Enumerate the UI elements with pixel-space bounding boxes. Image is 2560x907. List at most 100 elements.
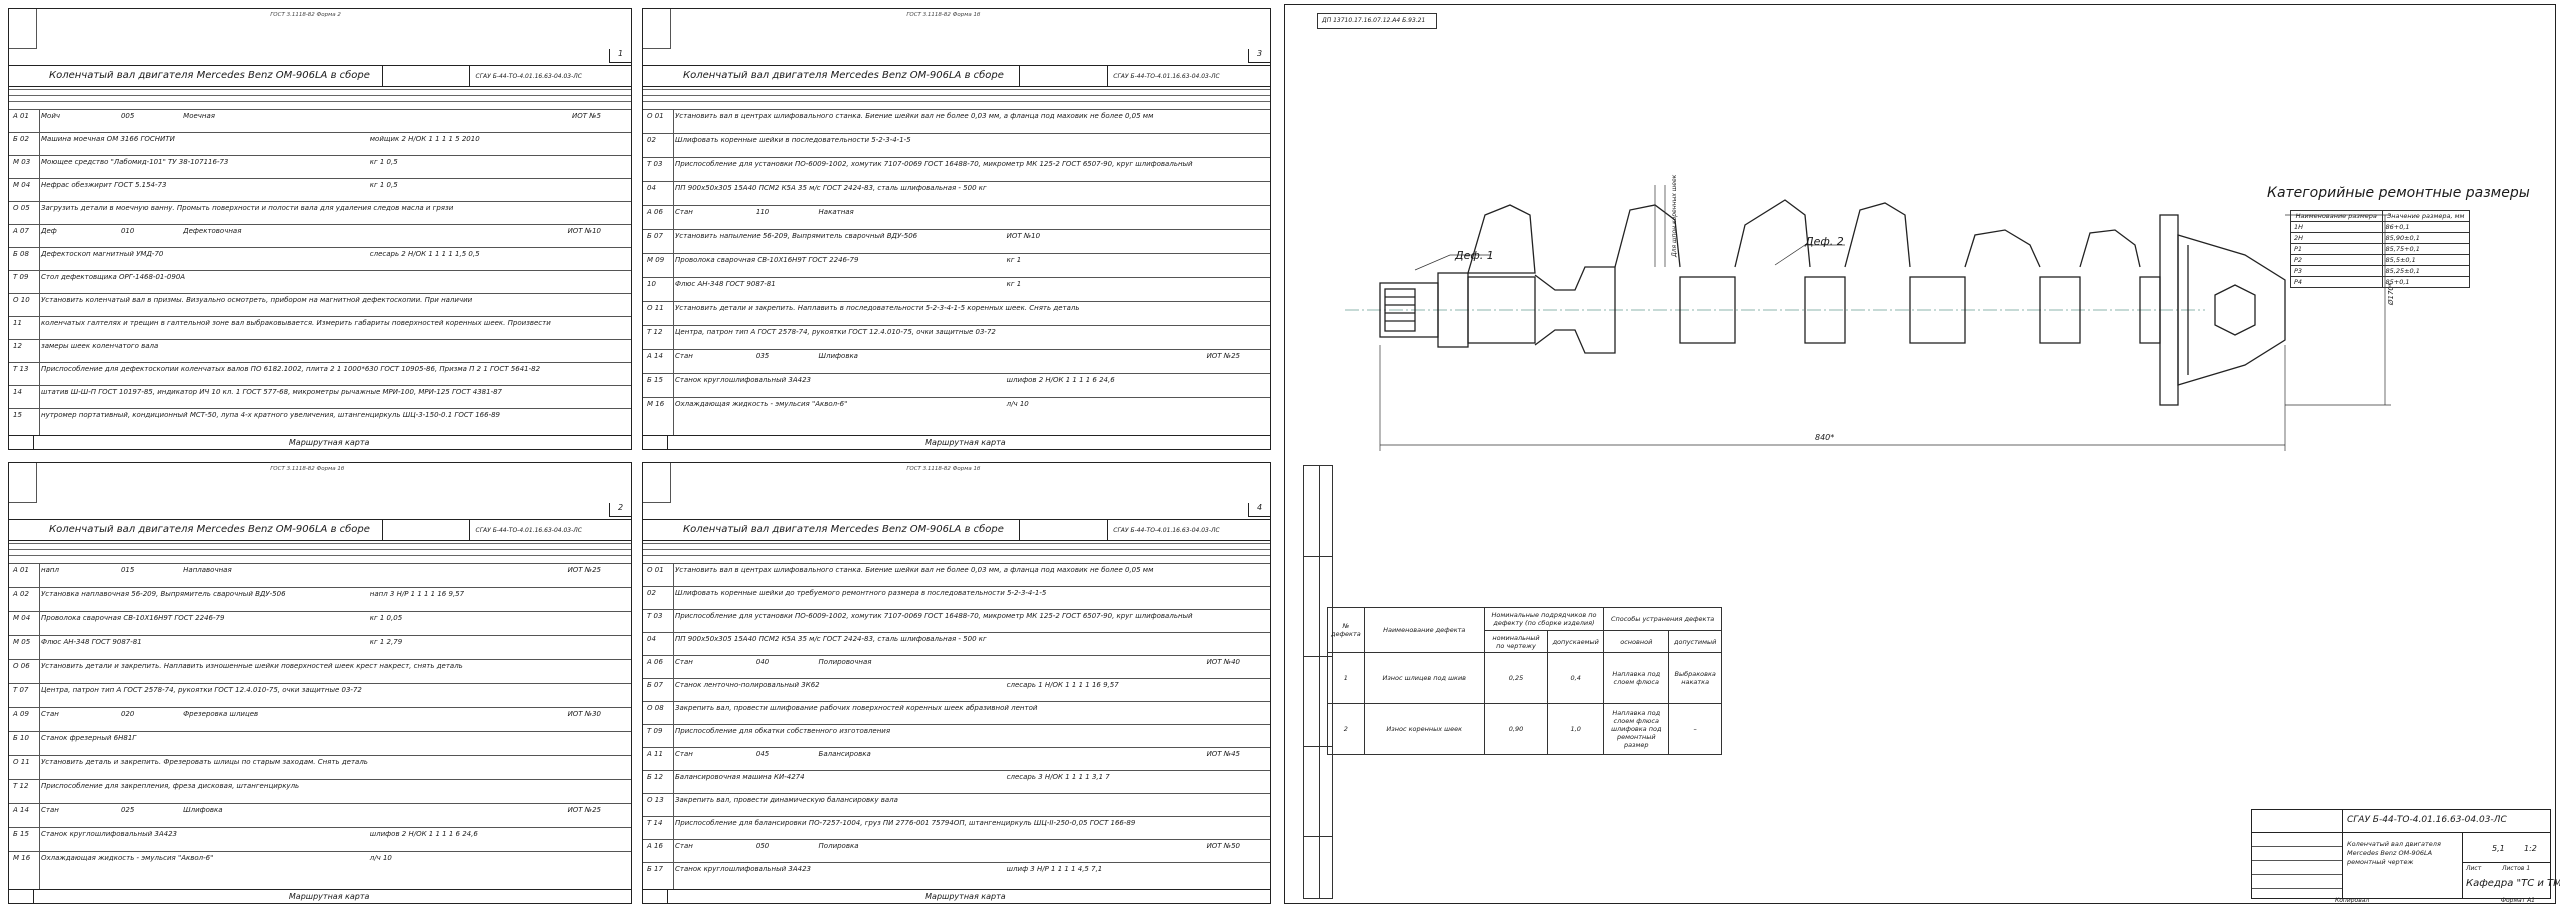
size-table-cell: Р1: [2290, 243, 2383, 255]
row-code: О 08: [647, 704, 664, 712]
row-code: М 16: [647, 400, 665, 408]
size-table-cell: Р4: [2290, 276, 2383, 288]
dimension-lines: [1379, 185, 2391, 451]
defect-table-cell: 1,0: [1547, 702, 1605, 756]
row-params: мойщик 2 Н/ОК 1 1 1 1 5 2010: [369, 135, 480, 143]
card-row: А 09 Стан 020 Фрезеровка шлицев ИОТ №30: [9, 707, 631, 731]
row-code: А 14: [647, 352, 663, 360]
card-row: 04 ПП 900х50х305 15А40 ПСМ2 К5А 35 м/с ГО…: [643, 181, 1270, 205]
row-code: М 16: [13, 854, 31, 862]
op-number: 035: [755, 352, 770, 360]
footer-divider: [667, 436, 668, 449]
size-table-cell: 85,75+0,1: [2381, 243, 2470, 255]
card-code: СГАУ Б-44-ТО-4.01.16.63-04.03-ЛС: [475, 73, 583, 80]
row-code: А 01: [13, 566, 29, 574]
title-bar: Коленчатый вал двигателя Mercedes Benz O…: [9, 65, 631, 87]
card-row: Б 15 Станок круглошлифовальный 3А423 шлифо…: [9, 827, 631, 851]
footer-label: Маршрутная карта: [288, 892, 370, 901]
row-text: Станок круглошлифовальный 3А423: [675, 376, 812, 384]
row-code: Т 03: [647, 612, 663, 620]
defect-nom-header: номинальный по чертежу: [1483, 629, 1549, 654]
defect-table-cell: –: [1668, 702, 1722, 756]
title-divider: [382, 66, 384, 86]
defect-table-cell: Наплавка под слоем флюса шлифовка под ре…: [1603, 702, 1670, 756]
row-text: Стан: [675, 842, 693, 850]
row-text: Моющее средство "Лабомид-101" ТУ 38-1071…: [41, 158, 229, 166]
card-row: М 16 Охлаждающая жидкость - эмульсия "Акв…: [643, 397, 1270, 421]
card-row: 04 ПП 900х50х305 15А40 ПСМ2 К5А 35 м/с ГО…: [643, 632, 1270, 655]
row-code: О 05: [13, 204, 30, 212]
row-text: Установка наплавочная 56-209, Выпрямител…: [41, 590, 286, 598]
card-code: СГАУ Б-44-ТО-4.01.16.63-04.03-ЛС: [1113, 73, 1220, 80]
card-row: М 16 Охлаждающая жидкость - эмульсия "Акв…: [9, 851, 631, 875]
row-text: Станок круглошлифовальный 3А423: [675, 865, 812, 873]
footer-divider: [667, 890, 668, 903]
size-table-title: Категорийные ремонтные размеры: [2267, 185, 2530, 201]
size-table-row: Р4 85+0,1: [2290, 276, 2470, 288]
card-row: А 02 Установка наплавочная 56-209, Выпрям…: [9, 587, 631, 611]
row-text: Охлаждающая жидкость - эмульсия "Аквол-6…: [41, 854, 214, 862]
card-row: Б 02 Машина моечная ОМ 3166 ГОСНИТИ мойщик…: [9, 132, 631, 155]
size-table-row: 2Н 85,90±0,1: [2290, 232, 2470, 244]
shaft-outline: [1379, 199, 2286, 406]
row-text: Приспособление для балансировки ПО-7257-…: [675, 819, 1136, 827]
defect-table-cell: Износ коренных шеек: [1363, 702, 1485, 756]
row-code: 04: [647, 635, 656, 643]
card-row: Т 14 Приспособление для балансировки ПО-7…: [643, 816, 1270, 839]
header-strip: [9, 95, 631, 96]
row-code: 14: [13, 388, 22, 396]
row-params: шлифов 2 Н/ОК 1 1 1 1 6 24,6: [1006, 376, 1115, 384]
sheet-number: 4: [1248, 503, 1270, 517]
title-block-mass: 5,1: [2492, 844, 2505, 853]
header-strip: [9, 549, 631, 550]
row-code: М 05: [13, 638, 31, 646]
route-card-1: ГОСТ 3.1118-82 Форма 2 1 Коленчатый вал дв…: [8, 8, 632, 450]
size-table-cell: 2Н: [2290, 232, 2383, 244]
row-text: Стан: [41, 806, 59, 814]
header-strip: [643, 549, 1270, 550]
card-row: А 11 Стан 045 Балансировка ИОТ №45: [643, 747, 1270, 770]
card-row: М 09 Проволока сварочная СВ-10Х16Н9Т ГОСТ…: [643, 253, 1270, 277]
row-code: Б 17: [647, 865, 663, 873]
op-number: 020: [120, 710, 135, 718]
row-code: М 03: [13, 158, 31, 166]
row-params: напл 3 Н/Р 1 1 1 1 16 9,57: [369, 590, 465, 598]
size-table-cell: 85,5±0,1: [2381, 254, 2470, 266]
op-name: Накатная: [818, 208, 854, 216]
header-strip: [643, 89, 1270, 90]
card-title: Коленчатый вал двигателя Mercedes Benz O…: [49, 70, 370, 81]
row-text: Приспособление для закрепления, фреза ди…: [41, 782, 300, 790]
grid-line: [39, 109, 40, 435]
defect-table-cell: Износ шлицев под шкив: [1363, 652, 1485, 704]
op-name: Балансировка: [818, 750, 871, 758]
op-name: Шлифовка: [183, 806, 223, 814]
row-text: Станок фрезерный 6Н81Г: [41, 734, 137, 742]
row-code: Т 12: [647, 328, 663, 336]
row-text: Стан: [675, 352, 693, 360]
defect-table-row: 1 Износ шлицев под шкив 0,25 0,4 Наплавка по…: [1327, 652, 1722, 704]
row-text: Стан: [675, 750, 693, 758]
row-code: О 01: [647, 112, 664, 120]
card-row: Т 13 Приспособление для дефектоскопии кол…: [9, 362, 631, 385]
card-row: 02 Шлифовать коренные шейки до требуемого…: [643, 586, 1270, 609]
card-footer: Маршрутная карта: [9, 889, 631, 903]
header-strip: [643, 555, 1270, 556]
footer-label: Маршрутная карта: [925, 892, 1006, 901]
row-text: Шлифовать коренные шейки в последователь…: [675, 136, 911, 144]
row-code: Б 08: [13, 250, 29, 258]
row-params: кг 1 0,5: [369, 181, 398, 189]
row-params: кг 1: [1006, 256, 1022, 264]
row-code: 15: [13, 411, 22, 419]
card-row: О 01 Установить вал в центрах шлифовально…: [643, 563, 1270, 586]
defect-2-label: Деф. 2: [1805, 235, 1844, 248]
op-instruction: ИОТ №25: [567, 806, 601, 814]
row-code: О 11: [647, 304, 664, 312]
row-code: О 10: [13, 296, 30, 304]
size-table-cell: Р2: [2290, 254, 2383, 266]
row-code: Б 07: [647, 232, 663, 240]
row-code: О 13: [647, 796, 664, 804]
size-table-row: Р2 85,5±0,1: [2290, 254, 2470, 266]
size-table-cell: Р3: [2290, 265, 2383, 277]
row-code: М 04: [13, 181, 31, 189]
row-params: слесарь 3 Н/ОК 1 1 1 1 3,1 7: [1006, 773, 1110, 781]
